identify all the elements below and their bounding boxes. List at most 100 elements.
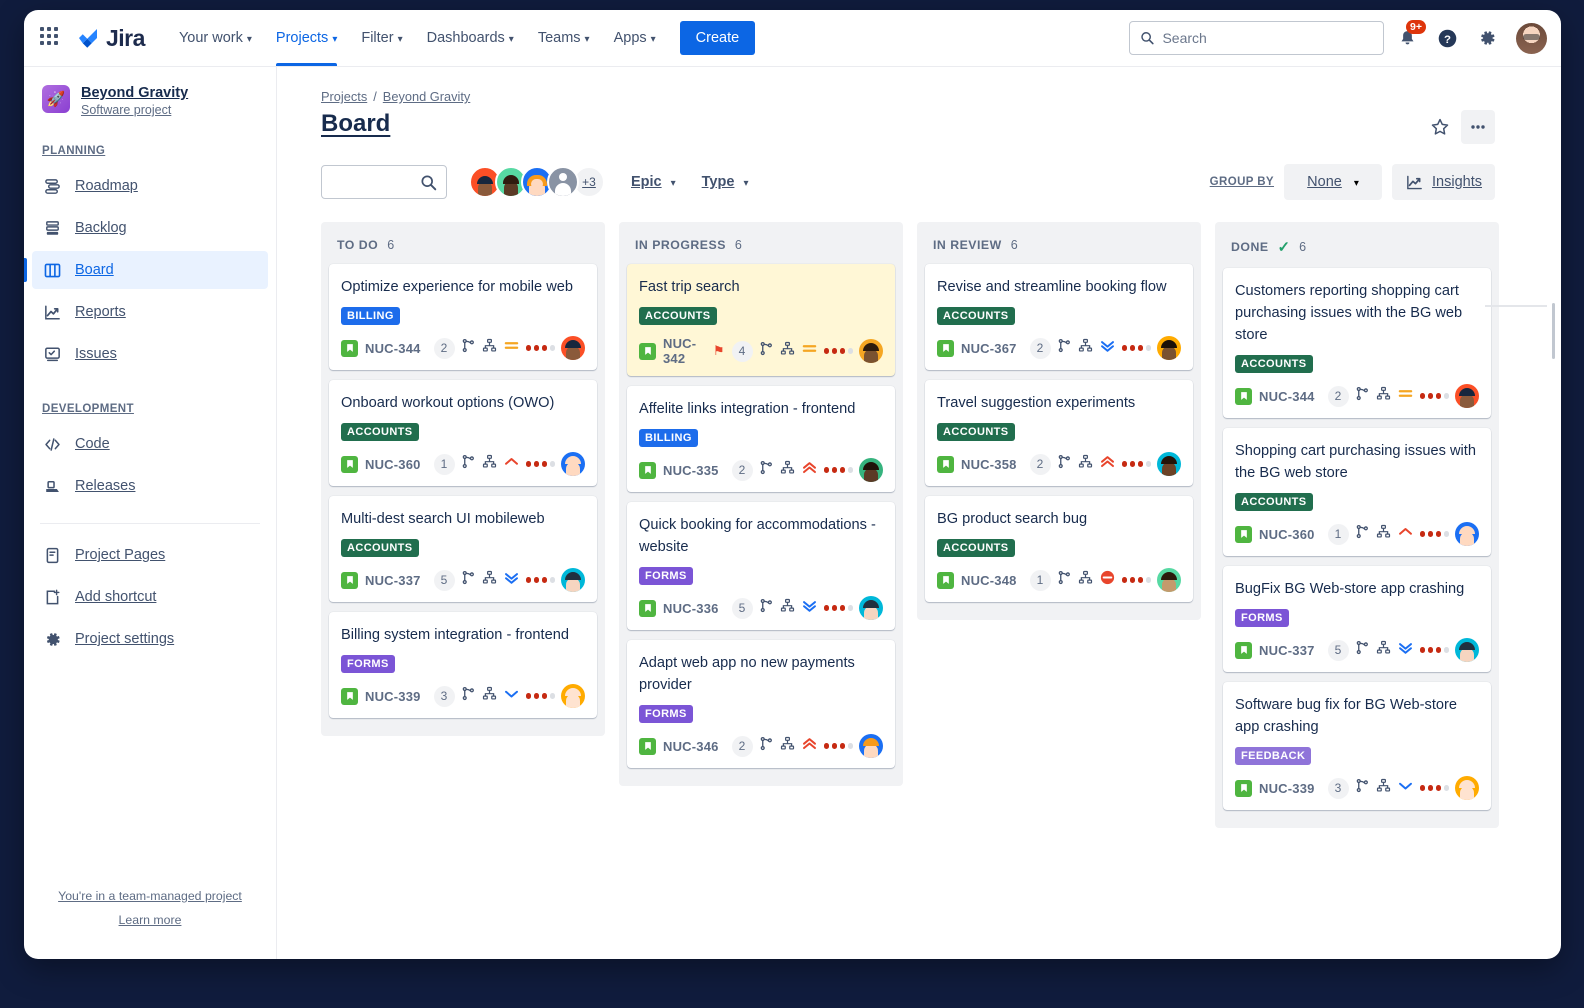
issue-card[interactable]: Fast trip search ACCOUNTS NUC-342 ⚑ 4 bbox=[627, 264, 895, 376]
issue-key[interactable]: NUC-348 bbox=[961, 573, 1017, 588]
project-header[interactable]: 🚀 Beyond Gravity Software project bbox=[24, 85, 276, 117]
issue-card[interactable]: BG product search bug ACCOUNTS NUC-348 1 bbox=[925, 496, 1193, 602]
issue-assignee-avatar[interactable] bbox=[1455, 522, 1479, 546]
sidebar-item-project-settings[interactable]: Project settings bbox=[32, 620, 268, 658]
type-filter-dropdown[interactable]: Type ▾ bbox=[702, 174, 749, 190]
story-points-badge[interactable]: 2 bbox=[1328, 386, 1349, 407]
issue-key[interactable]: NUC-346 bbox=[663, 739, 719, 754]
group-by-dropdown[interactable]: None ▾ bbox=[1284, 164, 1382, 200]
global-search-input[interactable] bbox=[1162, 30, 1373, 46]
story-points-badge[interactable]: 2 bbox=[732, 460, 753, 481]
epic-tag[interactable]: FORMS bbox=[639, 705, 693, 723]
issue-card[interactable]: Revise and streamline booking flow ACCOU… bbox=[925, 264, 1193, 370]
sidebar-item-code[interactable]: Code bbox=[32, 425, 268, 463]
issue-key[interactable]: NUC-360 bbox=[1259, 527, 1315, 542]
issue-assignee-avatar[interactable] bbox=[1455, 384, 1479, 408]
epic-tag[interactable]: ACCOUNTS bbox=[937, 307, 1015, 325]
story-points-badge[interactable]: 2 bbox=[434, 338, 455, 359]
issue-card[interactable]: Billing system integration - frontend FO… bbox=[329, 612, 597, 718]
issue-key[interactable]: NUC-342 bbox=[663, 336, 706, 366]
epic-tag[interactable]: ACCOUNTS bbox=[341, 539, 419, 557]
story-points-badge[interactable]: 5 bbox=[732, 598, 753, 619]
epic-tag[interactable]: FORMS bbox=[1235, 609, 1289, 627]
issue-card[interactable]: Onboard workout options (OWO) ACCOUNTS N… bbox=[329, 380, 597, 486]
issue-key[interactable]: NUC-337 bbox=[1259, 643, 1315, 658]
sidebar-item-issues[interactable]: Issues bbox=[32, 335, 268, 373]
insights-button[interactable]: Insights bbox=[1392, 164, 1495, 200]
nav-dashboards[interactable]: Dashboards ▾ bbox=[415, 10, 526, 66]
user-profile-avatar[interactable] bbox=[1516, 23, 1547, 54]
issue-key[interactable]: NUC-360 bbox=[365, 457, 421, 472]
epic-tag[interactable]: FORMS bbox=[341, 655, 395, 673]
issue-assignee-avatar[interactable] bbox=[561, 452, 585, 476]
issue-assignee-avatar[interactable] bbox=[561, 568, 585, 592]
story-points-badge[interactable]: 5 bbox=[1328, 640, 1349, 661]
epic-tag[interactable]: BILLING bbox=[639, 429, 698, 447]
issue-key[interactable]: NUC-339 bbox=[365, 689, 421, 704]
story-points-badge[interactable]: 2 bbox=[1030, 338, 1051, 359]
star-button[interactable] bbox=[1423, 110, 1457, 144]
epic-tag[interactable]: ACCOUNTS bbox=[639, 307, 717, 325]
more-actions-button[interactable] bbox=[1461, 110, 1495, 144]
story-points-badge[interactable]: 5 bbox=[434, 570, 455, 591]
board-scrollbar[interactable] bbox=[1552, 303, 1555, 359]
issue-card[interactable]: Adapt web app no new payments provider F… bbox=[627, 640, 895, 768]
issue-assignee-avatar[interactable] bbox=[859, 339, 883, 363]
issue-key[interactable]: NUC-344 bbox=[1259, 389, 1315, 404]
nav-apps[interactable]: Apps ▾ bbox=[602, 10, 668, 66]
issue-key[interactable]: NUC-367 bbox=[961, 341, 1017, 356]
issue-card[interactable]: Optimize experience for mobile web BILLI… bbox=[329, 264, 597, 370]
issue-assignee-avatar[interactable] bbox=[561, 336, 585, 360]
story-points-badge[interactable]: 1 bbox=[1328, 524, 1349, 545]
issue-assignee-avatar[interactable] bbox=[1157, 452, 1181, 476]
issue-key[interactable]: NUC-335 bbox=[663, 463, 719, 478]
create-button[interactable]: Create bbox=[680, 21, 756, 55]
issue-key[interactable]: NUC-358 bbox=[961, 457, 1017, 472]
epic-tag[interactable]: BILLING bbox=[341, 307, 400, 325]
sidebar-item-reports[interactable]: Reports bbox=[32, 293, 268, 331]
settings-button[interactable] bbox=[1470, 21, 1504, 55]
epic-filter-dropdown[interactable]: Epic ▾ bbox=[631, 174, 676, 190]
issue-key[interactable]: NUC-344 bbox=[365, 341, 421, 356]
nav-projects[interactable]: Projects ▾ bbox=[264, 10, 349, 66]
team-managed-link[interactable]: You're in a team-managed project bbox=[24, 889, 276, 903]
issue-assignee-avatar[interactable] bbox=[1157, 568, 1181, 592]
issue-assignee-avatar[interactable] bbox=[1455, 776, 1479, 800]
story-points-badge[interactable]: 4 bbox=[732, 341, 753, 362]
story-points-badge[interactable]: 1 bbox=[1030, 570, 1051, 591]
notifications-button[interactable]: 9+ bbox=[1390, 21, 1424, 55]
nav-filter[interactable]: Filter ▾ bbox=[349, 10, 414, 66]
issue-card[interactable]: Software bug fix for BG Web-store app cr… bbox=[1223, 682, 1491, 810]
global-search-box[interactable] bbox=[1129, 21, 1384, 55]
epic-tag[interactable]: FEEDBACK bbox=[1235, 747, 1311, 765]
nav-teams[interactable]: Teams ▾ bbox=[526, 10, 602, 66]
sidebar-item-add-shortcut[interactable]: Add shortcut bbox=[32, 578, 268, 616]
avatar-default[interactable] bbox=[547, 166, 579, 198]
story-points-badge[interactable]: 2 bbox=[1030, 454, 1051, 475]
story-points-badge[interactable]: 1 bbox=[434, 454, 455, 475]
issue-card[interactable]: Multi-dest search UI mobileweb ACCOUNTS … bbox=[329, 496, 597, 602]
epic-tag[interactable]: ACCOUNTS bbox=[1235, 355, 1313, 373]
sidebar-item-backlog[interactable]: Backlog bbox=[32, 209, 268, 247]
breadcrumb-project[interactable]: Beyond Gravity bbox=[383, 89, 471, 104]
epic-tag[interactable]: ACCOUNTS bbox=[937, 539, 1015, 557]
issue-assignee-avatar[interactable] bbox=[1157, 336, 1181, 360]
issue-assignee-avatar[interactable] bbox=[859, 596, 883, 620]
learn-more-link[interactable]: Learn more bbox=[24, 913, 276, 927]
issue-card[interactable]: BugFix BG Web-store app crashing FORMS N… bbox=[1223, 566, 1491, 672]
story-points-badge[interactable]: 2 bbox=[732, 736, 753, 757]
issue-assignee-avatar[interactable] bbox=[1455, 638, 1479, 662]
epic-tag[interactable]: ACCOUNTS bbox=[341, 423, 419, 441]
issue-key[interactable]: NUC-337 bbox=[365, 573, 421, 588]
sidebar-item-releases[interactable]: Releases bbox=[32, 467, 268, 505]
sidebar-item-project-pages[interactable]: Project Pages bbox=[32, 536, 268, 574]
issue-card[interactable]: Quick booking for accommodations - websi… bbox=[627, 502, 895, 630]
app-switcher-icon[interactable] bbox=[40, 27, 62, 49]
epic-tag[interactable]: ACCOUNTS bbox=[937, 423, 1015, 441]
help-button[interactable]: ? bbox=[1430, 21, 1464, 55]
board-search-box[interactable] bbox=[321, 165, 447, 199]
issue-key[interactable]: NUC-336 bbox=[663, 601, 719, 616]
issue-card[interactable]: Customers reporting shopping cart purcha… bbox=[1223, 268, 1491, 418]
issue-card[interactable]: Shopping cart purchasing issues with the… bbox=[1223, 428, 1491, 556]
issue-card[interactable]: Travel suggestion experiments ACCOUNTS N… bbox=[925, 380, 1193, 486]
